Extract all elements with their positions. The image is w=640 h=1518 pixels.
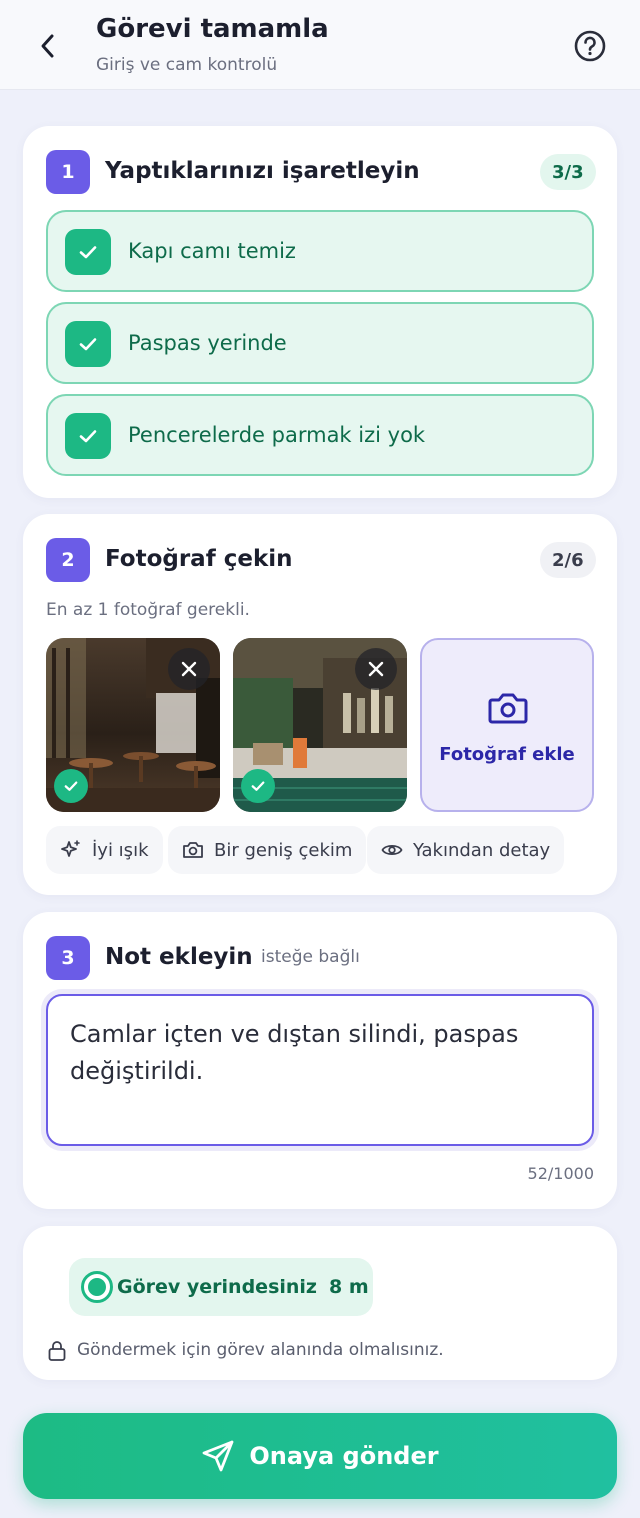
camera-icon [183,842,203,858]
camera-icon [488,693,528,724]
step-badge: 3 [46,936,90,980]
photo-approved-badge [241,769,275,803]
location-dot-icon [81,1271,113,1303]
location-card: Görev yerindesiniz 8 m Göndermek için gö… [23,1226,617,1380]
step-badge: 2 [46,538,90,582]
section-title: Fotoğraf çekin [105,546,293,572]
section-title: Yaptıklarınızı işaretleyin [105,158,420,184]
photo-card: 2 Fotoğraf çekin 2/6 En az 1 fotoğraf ge… [23,514,617,895]
tip-chip: Bir geniş çekim [168,826,367,874]
tip-chip: Yakından detay [367,826,565,874]
checklist-item-label: Kapı camı temiz [128,239,296,263]
checklist-item-label: Paspas yerinde [128,331,287,355]
location-status-text: Görev yerindesiniz [117,1276,317,1298]
add-photo-label: Fotoğraf ekle [439,744,575,765]
photo-approved-badge [54,769,88,803]
lock-icon [48,1341,66,1361]
app-header: Görevi tamamla Giriş ve cam kontrolü [0,0,640,90]
photo-thumbnail[interactable] [233,638,407,812]
checklist-card: 1 Yaptıklarınızı işaretleyin 3/3 Kapı ca… [23,126,617,498]
step-badge: 1 [46,150,90,194]
checkbox-checked[interactable] [65,229,111,275]
check-icon [64,781,78,791]
page-title: Görevi tamamla [96,14,329,44]
location-status-badge: Görev yerindesiniz 8 m [69,1258,373,1316]
photo-count-badge: 2/6 [540,542,596,578]
help-button[interactable] [572,28,608,64]
note-card: 3 Not ekleyin isteğe bağlı Camlar içten … [23,912,617,1209]
location-notice: Göndermek için görev alanında olmalısını… [77,1340,444,1360]
checklist-item[interactable]: Kapı camı temiz [46,210,594,292]
check-icon [251,781,265,791]
checklist-count-badge: 3/3 [540,154,596,190]
tip-label: İyi ışık [92,839,149,861]
remove-photo-button[interactable] [355,648,397,690]
char-counter: 52/1000 [527,1164,594,1183]
chevron-left-icon [41,34,54,58]
add-photo-button[interactable]: Fotoğraf ekle [420,638,594,812]
photo-thumbnail[interactable] [46,638,220,812]
optional-label: isteğe bağlı [261,947,360,967]
checkbox-checked[interactable] [65,321,111,367]
submit-for-approval-button[interactable]: Onaya gönder [23,1413,617,1499]
section-title: Not ekleyin [105,944,253,970]
close-icon [368,661,384,677]
close-icon [181,661,197,677]
remove-photo-button[interactable] [168,648,210,690]
checklist-item[interactable]: Paspas yerinde [46,302,594,384]
page-subtitle: Giriş ve cam kontrolü [96,55,278,75]
check-icon [79,338,97,351]
checklist-item[interactable]: Pencerelerde parmak izi yok [46,394,594,476]
photo-hint: En az 1 fotoğraf gerekli. [46,600,250,620]
checkbox-checked[interactable] [65,413,111,459]
eye-icon [381,844,403,856]
help-icon [574,30,606,62]
check-icon [79,246,97,259]
tip-label: Yakından detay [413,839,551,861]
submit-label: Onaya gönder [249,1442,439,1470]
checklist-item-label: Pencerelerde parmak izi yok [128,423,426,447]
tip-label: Bir geniş çekim [214,839,353,861]
sparkle-icon [61,840,80,857]
tip-chip: İyi ışık [46,826,163,874]
location-distance: 8 m [329,1276,369,1298]
note-textarea[interactable]: Camlar içten ve dıştan silindi, paspas d… [46,994,594,1146]
send-icon [203,1440,234,1472]
back-button[interactable] [30,28,66,64]
check-icon [79,430,97,443]
